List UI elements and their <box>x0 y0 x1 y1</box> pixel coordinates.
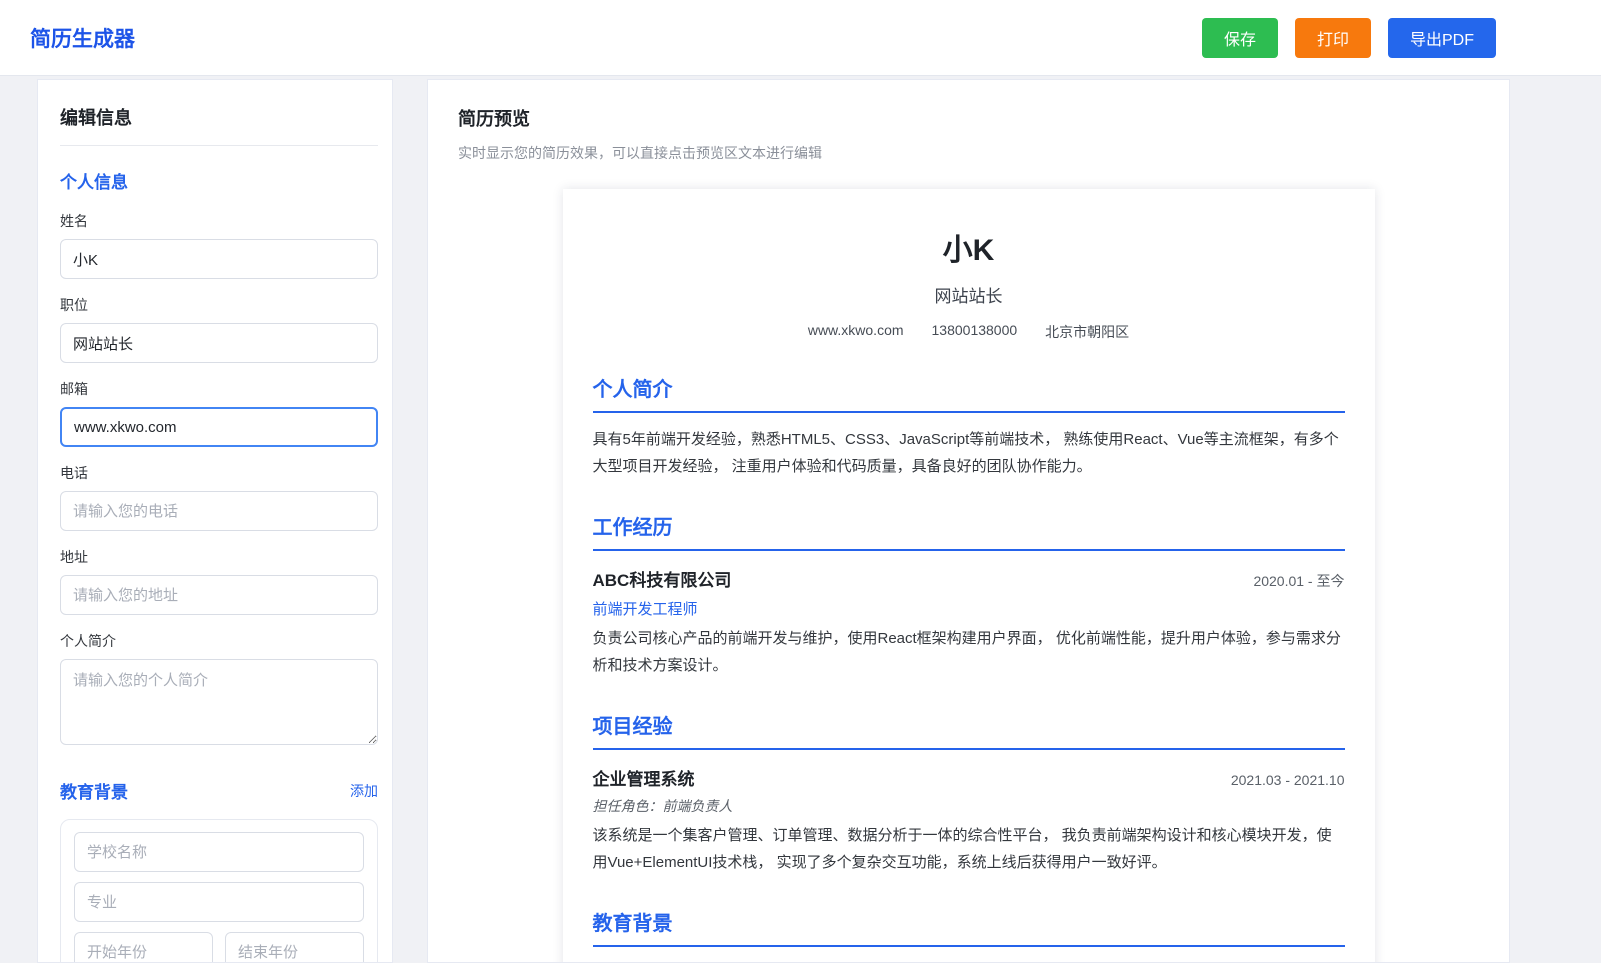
project-name[interactable]: 企业管理系统 <box>593 765 695 790</box>
phone-label: 电话 <box>60 463 378 483</box>
work-item-head: ABC科技有限公司 2020.01 - 至今 <box>593 566 1345 591</box>
resume-contact-row: www.xkwo.com 13800138000 北京市朝阳区 <box>593 322 1345 342</box>
name-field-group: 姓名 <box>60 211 378 279</box>
resume-education-title: 教育背景 <box>593 907 1345 947</box>
app-title: 简历生成器 <box>30 23 135 53</box>
end-year-input[interactable] <box>225 932 364 963</box>
resume-education-section: 教育背景 北京大学 2016.09 - 2020.06 计算机科学与技术 - 本… <box>593 907 1345 963</box>
resume-phone[interactable]: 13800138000 <box>932 322 1018 342</box>
topbar-actions: 保存 打印 导出PDF <box>1202 18 1496 58</box>
preview-title: 简历预览 <box>458 105 1479 131</box>
address-field-group: 地址 <box>60 547 378 615</box>
work-item: ABC科技有限公司 2020.01 - 至今 前端开发工程师 负责公司核心产品的… <box>593 566 1345 679</box>
position-input[interactable] <box>60 323 378 363</box>
address-input[interactable] <box>60 575 378 615</box>
project-date[interactable]: 2021.03 - 2021.10 <box>1231 772 1345 788</box>
preview-subtitle: 实时显示您的简历效果，可以直接点击预览区文本进行编辑 <box>458 143 1479 163</box>
summary-textarea[interactable] <box>60 659 378 745</box>
resume-work-section: 工作经历 ABC科技有限公司 2020.01 - 至今 前端开发工程师 负责公司… <box>593 511 1345 679</box>
name-label: 姓名 <box>60 211 378 231</box>
education-heading: 教育背景 <box>60 778 128 803</box>
resume-paper: 小K 网站站长 www.xkwo.com 13800138000 北京市朝阳区 … <box>563 189 1375 963</box>
resume-summary-title: 个人简介 <box>593 373 1345 413</box>
project-role[interactable]: 担任角色：前端负责人 <box>593 796 1345 816</box>
resume-name[interactable]: 小K <box>593 225 1345 269</box>
add-education-link[interactable]: 添加 <box>350 781 378 801</box>
personal-info-heading: 个人信息 <box>60 168 378 193</box>
resume-header: 小K 网站站长 www.xkwo.com 13800138000 北京市朝阳区 <box>593 225 1345 342</box>
resume-website[interactable]: www.xkwo.com <box>808 322 904 342</box>
work-company[interactable]: ABC科技有限公司 <box>593 566 732 591</box>
work-description[interactable]: 负责公司核心产品的前端开发与维护，使用React框架构建用户界面， 优化前端性能… <box>593 625 1345 679</box>
resume-summary-section: 个人简介 具有5年前端开发经验，熟悉HTML5、CSS3、JavaScript等… <box>593 373 1345 480</box>
email-field-group: 邮箱 <box>60 379 378 447</box>
workspace: 编辑信息 个人信息 姓名 职位 邮箱 电话 地址 个人简介 教育背景 <box>0 76 1601 963</box>
resume-work-title: 工作经历 <box>593 511 1345 551</box>
work-role[interactable]: 前端开发工程师 <box>593 598 1345 619</box>
name-input[interactable] <box>60 239 378 279</box>
email-input[interactable] <box>60 407 378 447</box>
phone-input[interactable] <box>60 491 378 531</box>
education-entry-card <box>60 819 378 963</box>
position-label: 职位 <box>60 295 378 315</box>
resume-project-section: 项目经验 企业管理系统 2021.03 - 2021.10 担任角色：前端负责人… <box>593 710 1345 876</box>
start-year-input[interactable] <box>74 932 213 963</box>
resume-address[interactable]: 北京市朝阳区 <box>1045 322 1129 342</box>
project-description[interactable]: 该系统是一个集客户管理、订单管理、数据分析于一体的综合性平台， 我负责前端架构设… <box>593 822 1345 876</box>
export-pdf-button[interactable]: 导出PDF <box>1388 18 1496 58</box>
project-item: 企业管理系统 2021.03 - 2021.10 担任角色：前端负责人 该系统是… <box>593 765 1345 876</box>
project-item-head: 企业管理系统 2021.03 - 2021.10 <box>593 765 1345 790</box>
resume-summary-text[interactable]: 具有5年前端开发经验，熟悉HTML5、CSS3、JavaScript等前端技术，… <box>593 426 1345 480</box>
summary-label: 个人简介 <box>60 631 378 651</box>
school-name-input[interactable] <box>74 832 364 872</box>
save-button[interactable]: 保存 <box>1202 18 1278 58</box>
major-input[interactable] <box>74 882 364 922</box>
year-row <box>74 932 364 963</box>
email-label: 邮箱 <box>60 379 378 399</box>
topbar: 简历生成器 保存 打印 导出PDF <box>0 0 1601 76</box>
editor-title: 编辑信息 <box>60 104 378 146</box>
summary-field-group: 个人简介 <box>60 631 378 750</box>
work-date[interactable]: 2020.01 - 至今 <box>1253 571 1344 591</box>
preview-panel: 简历预览 实时显示您的简历效果，可以直接点击预览区文本进行编辑 小K 网站站长 … <box>427 79 1510 963</box>
address-label: 地址 <box>60 547 378 567</box>
print-button[interactable]: 打印 <box>1295 18 1371 58</box>
education-section-row: 教育背景 添加 <box>60 778 378 803</box>
position-field-group: 职位 <box>60 295 378 363</box>
phone-field-group: 电话 <box>60 463 378 531</box>
editor-panel: 编辑信息 个人信息 姓名 职位 邮箱 电话 地址 个人简介 教育背景 <box>37 79 393 963</box>
resume-job-title[interactable]: 网站站长 <box>593 282 1345 307</box>
resume-project-title: 项目经验 <box>593 710 1345 750</box>
